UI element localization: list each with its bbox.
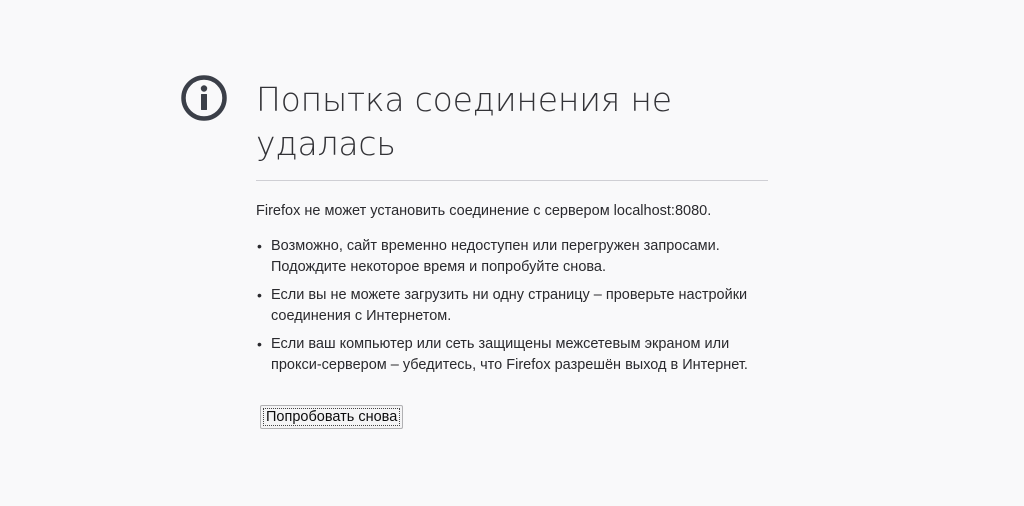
hint-item: • Возможно, сайт временно недоступен или…	[256, 236, 768, 278]
try-again-button[interactable]: Попробовать снова	[260, 405, 404, 429]
hint-item: • Если вы не можете загрузить ни одну ст…	[256, 285, 768, 327]
hint-text: Если вы не можете загрузить ни одну стра…	[271, 287, 748, 324]
error-short-description: Firefox не может установить соединение с…	[256, 203, 712, 219]
error-hints-list: • Возможно, сайт временно недоступен или…	[256, 236, 768, 376]
hint-text: Если ваш компьютер или сеть защищены меж…	[271, 336, 748, 373]
hint-text: Возможно, сайт временно недоступен или п…	[271, 238, 720, 275]
page-title: Попытка соединения не удалась	[256, 78, 768, 181]
bullet: •	[257, 287, 262, 303]
error-container: Попытка соединения не удалась Firefox не…	[256, 74, 768, 429]
bullet: •	[257, 336, 262, 352]
info-icon	[180, 74, 228, 122]
bullet: •	[257, 238, 262, 254]
hint-item: • Если ваш компьютер или сеть защищены м…	[256, 334, 768, 376]
